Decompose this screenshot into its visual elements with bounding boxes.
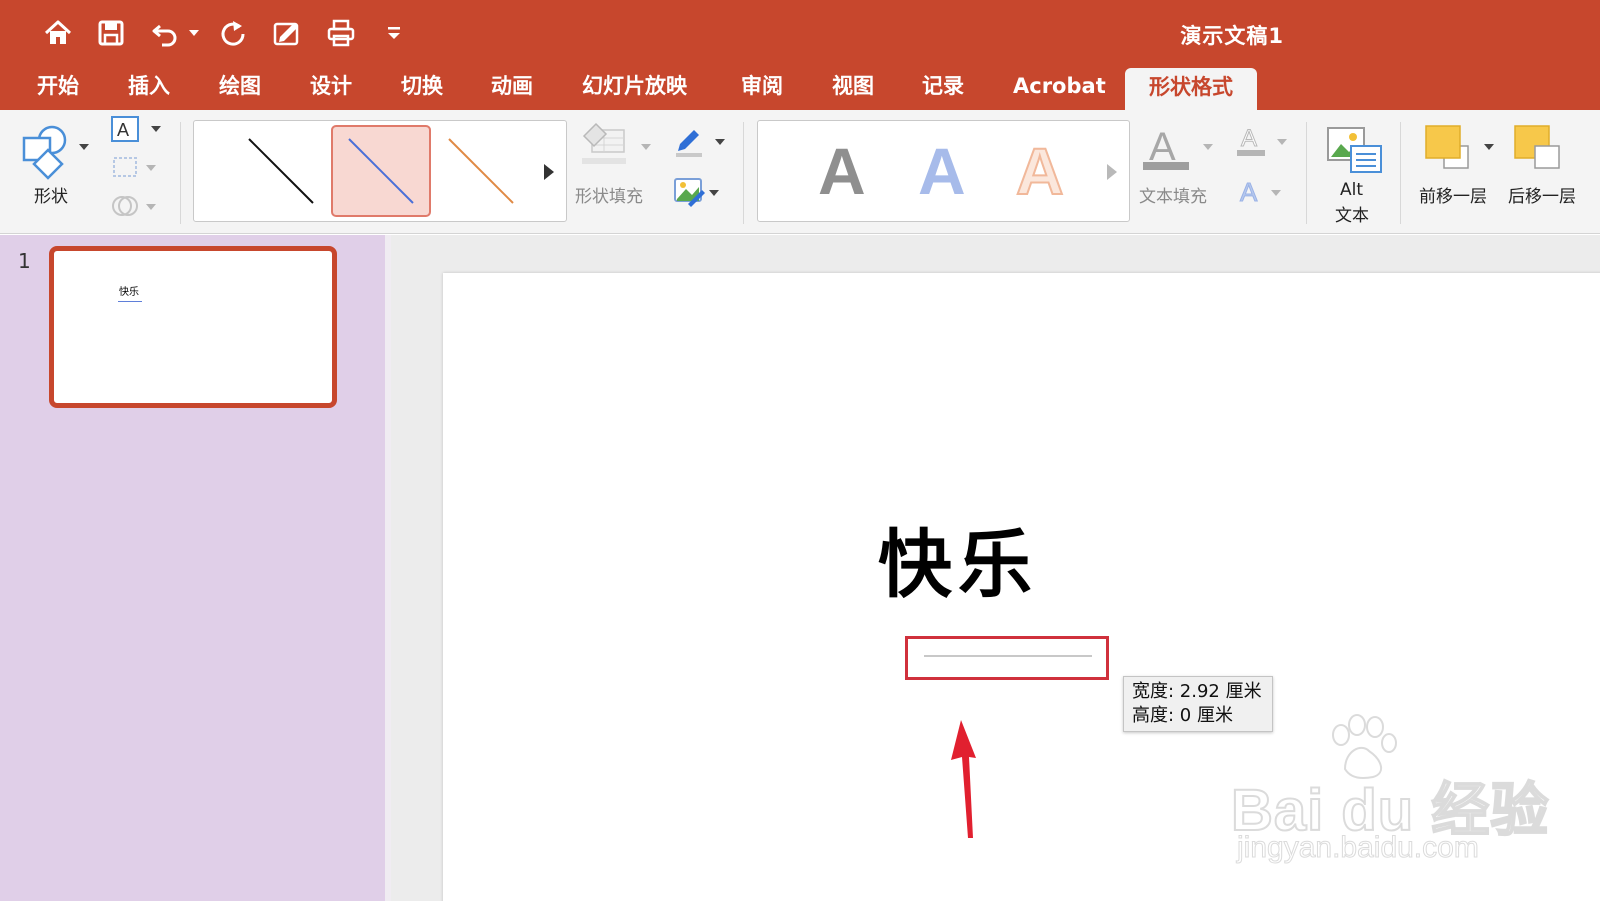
- svg-text:A: A: [1240, 177, 1258, 207]
- tab-review[interactable]: 审阅: [741, 66, 783, 110]
- tab-home[interactable]: 开始: [37, 66, 79, 110]
- send-backward-label: 后移一层: [1508, 187, 1576, 207]
- wordart-more-arrow: [1107, 164, 1117, 180]
- shape-outline-dropdown-caret[interactable]: [715, 139, 725, 145]
- tab-insert[interactable]: 插入: [128, 66, 170, 110]
- shape-effects-icon[interactable]: [672, 174, 706, 208]
- ribbon-separator: [1306, 122, 1307, 224]
- edit-doc-icon[interactable]: [270, 16, 304, 50]
- thumbnail-title-text: 快乐: [119, 287, 139, 298]
- shape-styles-more-arrow[interactable]: [544, 164, 554, 180]
- tooltip-width: 宽度: 2.92 厘米: [1132, 681, 1262, 702]
- svg-text:A: A: [1241, 125, 1257, 152]
- red-arrow-annotation: [951, 720, 976, 838]
- tab-slideshow[interactable]: 幻灯片放映: [582, 66, 687, 110]
- ribbon-tab-row: 开始 插入 绘图 设计 切换 动画 幻灯片放映 审阅 视图 记录 Acrobat…: [0, 66, 1600, 110]
- watermark-url: jingyan.baidu.com: [1237, 831, 1480, 865]
- tab-view[interactable]: 视图: [832, 66, 874, 110]
- line-style-black[interactable]: [231, 125, 331, 217]
- bring-forward-icon[interactable]: [1424, 124, 1474, 174]
- customize-icon[interactable]: [377, 16, 411, 50]
- slide-title-text[interactable]: 快乐: [878, 505, 1038, 612]
- edit-shape-dropdown-caret: [146, 165, 156, 171]
- merge-shapes-icon: [110, 190, 140, 220]
- tab-acrobat[interactable]: Acrobat: [1013, 66, 1106, 110]
- tab-animations[interactable]: 动画: [491, 66, 533, 110]
- shape-styles-gallery: [193, 120, 567, 222]
- ribbon: 形状 A 形状填充 A A A A 文本填充 A A Alt 文本 前移一层 后…: [0, 110, 1600, 234]
- wordart-style-blue[interactable]: A: [918, 129, 966, 213]
- shape-fill-dropdown-caret: [641, 144, 651, 150]
- wordart-style-gray[interactable]: A: [818, 129, 866, 213]
- ribbon-separator: [1400, 122, 1401, 224]
- shapes-icon[interactable]: [20, 124, 76, 180]
- tab-shape-format[interactable]: 形状格式: [1125, 68, 1257, 110]
- baidu-watermark: Bai du 经验 jingyan.baidu.com: [1223, 713, 1549, 865]
- slide-editor-area: 快乐 宽度: 2.92 厘米 高度: 0 厘米 Bai du 经验 jingya…: [391, 235, 1600, 901]
- document-title: 演示文稿1: [1180, 24, 1284, 48]
- selected-line-highlight[interactable]: [905, 636, 1109, 680]
- text-fill-label: 文本填充: [1139, 187, 1207, 207]
- tab-design[interactable]: 设计: [310, 66, 352, 110]
- shape-fill-label: 形状填充: [575, 187, 643, 207]
- text-effects-icon: A: [1234, 174, 1268, 208]
- alt-text-label: Alt: [1340, 180, 1364, 200]
- undo-icon[interactable]: [148, 16, 182, 50]
- text-fill-dropdown-caret: [1203, 144, 1213, 150]
- line-style-orange[interactable]: [431, 125, 531, 217]
- wordart-styles-gallery: A A A: [757, 120, 1130, 222]
- text-box-icon[interactable]: A: [110, 114, 140, 144]
- tab-draw[interactable]: 绘图: [219, 66, 261, 110]
- text-outline-icon: A: [1234, 122, 1268, 158]
- bring-forward-dropdown-caret[interactable]: [1484, 144, 1494, 150]
- ribbon-separator: [743, 122, 744, 224]
- slide-thumbnail-pane: 1 快乐: [0, 235, 391, 901]
- slide-number: 1: [18, 249, 31, 273]
- ribbon-separator: [180, 122, 181, 224]
- print-icon[interactable]: [324, 16, 358, 50]
- line-shape[interactable]: [924, 655, 1092, 657]
- thumbnail-line-shape: [118, 301, 142, 302]
- text-outline-dropdown-caret: [1277, 139, 1287, 145]
- shape-outline-icon[interactable]: [672, 122, 706, 158]
- slide-canvas[interactable]: 快乐 宽度: 2.92 厘米 高度: 0 厘米 Bai du 经验 jingya…: [443, 273, 1600, 901]
- redo-icon[interactable]: [216, 16, 250, 50]
- send-backward-icon[interactable]: [1513, 124, 1563, 174]
- undo-dropdown-caret[interactable]: [189, 30, 199, 36]
- wordart-style-orange-outline[interactable]: A: [1015, 129, 1065, 213]
- text-effects-dropdown-caret: [1271, 190, 1281, 196]
- svg-text:A: A: [117, 120, 129, 140]
- bring-forward-label: 前移一层: [1419, 187, 1487, 207]
- shape-fill-icon: [578, 120, 630, 172]
- line-style-blue[interactable]: [331, 125, 431, 217]
- save-icon[interactable]: [94, 16, 128, 50]
- merge-shapes-dropdown-caret: [146, 204, 156, 210]
- text-box-dropdown-caret[interactable]: [151, 126, 161, 132]
- alt-text-icon[interactable]: [1325, 124, 1383, 174]
- shape-effects-dropdown-caret[interactable]: [709, 190, 719, 196]
- tab-record[interactable]: 记录: [922, 66, 964, 110]
- home-icon[interactable]: [41, 16, 75, 50]
- shapes-label: 形状: [34, 187, 68, 207]
- title-bar: 演示文稿1: [0, 0, 1600, 66]
- slide-thumbnail[interactable]: 快乐: [49, 246, 337, 408]
- shapes-dropdown-caret[interactable]: [79, 144, 89, 150]
- alt-text-label-2: 文本: [1335, 206, 1369, 226]
- text-fill-icon: A: [1141, 122, 1191, 174]
- tab-transitions[interactable]: 切换: [401, 66, 443, 110]
- edit-shape-icon: [110, 152, 140, 182]
